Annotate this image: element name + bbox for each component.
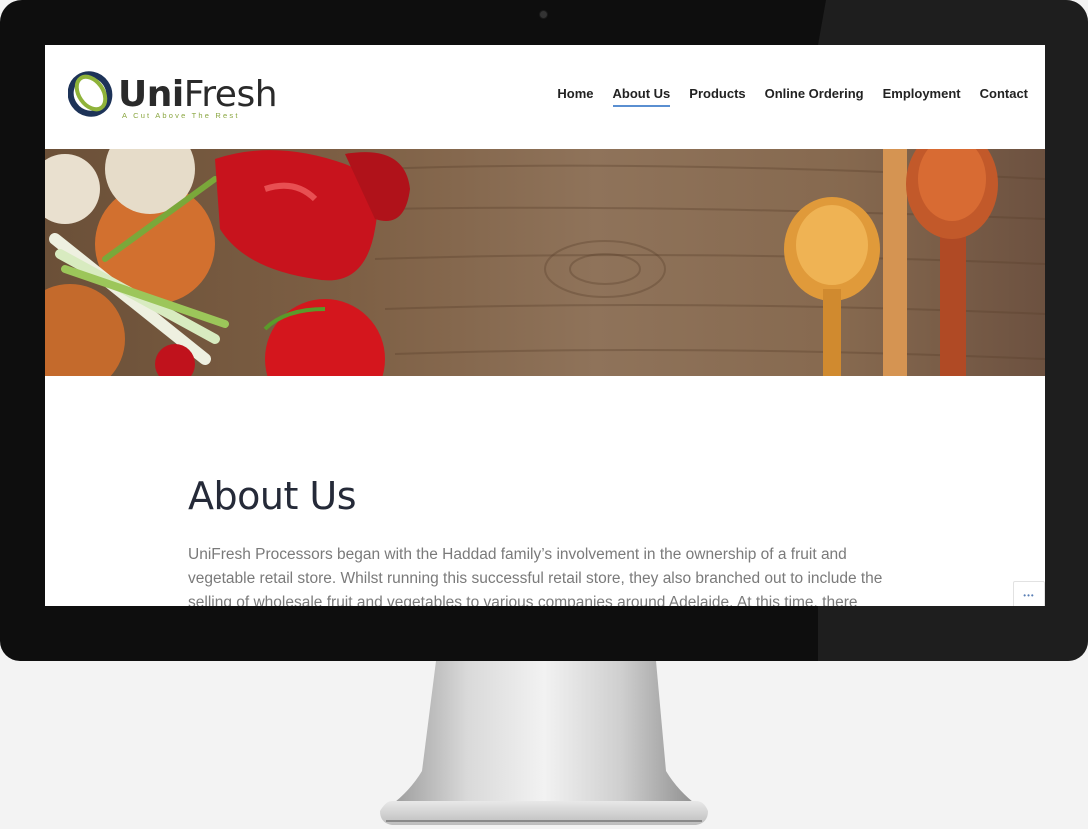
site-logo[interactable]: UniFresh A Cut Above The Rest <box>68 71 278 121</box>
monitor-stand <box>380 661 708 825</box>
site-header: UniFresh A Cut Above The Rest Home About… <box>45 45 1045 149</box>
nav-item-products[interactable]: Products <box>689 86 745 107</box>
nav-item-about-us[interactable]: About Us <box>612 86 670 107</box>
more-options-button[interactable]: ••• <box>1013 581 1045 606</box>
browser-viewport: UniFresh A Cut Above The Rest Home About… <box>45 45 1045 606</box>
nav-item-employment[interactable]: Employment <box>883 86 961 107</box>
ellipsis-icon: ••• <box>1023 591 1035 600</box>
hero-illustration <box>45 149 1045 376</box>
logo-wordmark-uni: Uni <box>118 74 184 115</box>
logo-wordmark-fresh: Fresh <box>183 74 278 115</box>
main-navigation: Home About Us Products Online Ordering E… <box>538 86 1028 107</box>
about-paragraph: UniFresh Processors began with the Hadda… <box>188 546 883 606</box>
logo-tagline: A Cut Above The Rest <box>122 111 240 120</box>
nav-item-online-ordering[interactable]: Online Ordering <box>765 86 864 107</box>
logo-ring-icon <box>68 71 113 117</box>
nav-item-contact[interactable]: Contact <box>980 86 1028 107</box>
camera-icon <box>540 11 547 18</box>
monitor-bezel: UniFresh A Cut Above The Rest Home About… <box>0 0 1088 661</box>
page-title: About Us <box>188 474 357 518</box>
hero-banner-image <box>45 149 1045 376</box>
nav-item-home[interactable]: Home <box>557 86 593 107</box>
